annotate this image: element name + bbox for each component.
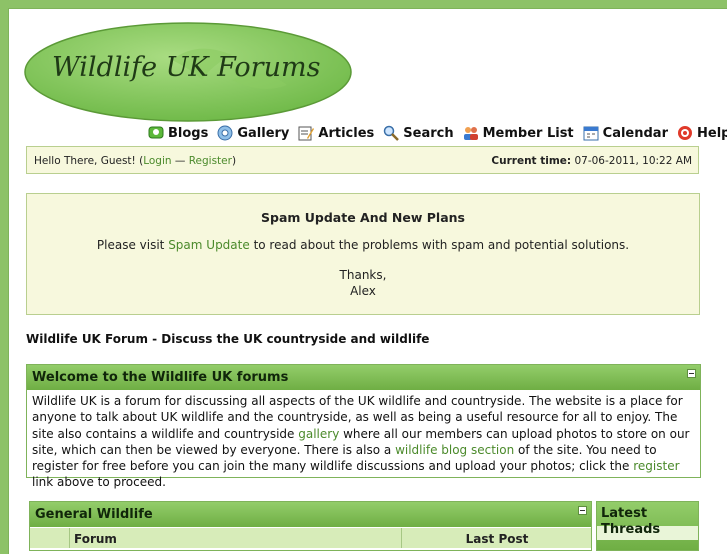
- member-list-icon: [463, 125, 479, 141]
- intro-text: Wildlife UK is a forum for discussing al…: [32, 394, 690, 490]
- announcement-title: Spam Update And New Plans: [261, 210, 465, 225]
- announcement-box: Spam Update And New Plans Please visit S…: [26, 193, 700, 315]
- status-column-header: [30, 528, 70, 548]
- menu-item-search[interactable]: Search: [383, 125, 454, 141]
- login-link[interactable]: Login: [143, 155, 171, 167]
- logo-title: Wildlife UK Forums: [52, 52, 321, 83]
- articles-icon: [298, 125, 315, 141]
- announcement-signature: Thanks, Alex: [339, 268, 387, 298]
- menu-item-blogs[interactable]: Blogs: [148, 125, 208, 141]
- register-text-link[interactable]: register: [633, 459, 679, 473]
- spam-update-link[interactable]: Spam Update: [168, 238, 250, 252]
- category-header[interactable]: General Wildlife: [30, 502, 591, 527]
- menu-item-member-list[interactable]: Member List: [463, 125, 574, 141]
- menu-item-calendar[interactable]: Calendar: [583, 125, 668, 141]
- last-post-column-header: Last Post: [401, 528, 592, 548]
- menu-item-gallery[interactable]: Gallery: [217, 125, 289, 141]
- help-icon: [677, 125, 693, 141]
- intro-panel-header: Welcome to the Wildlife UK forums: [27, 365, 700, 390]
- forum-category-table: General Wildlife Forum Last Post: [29, 501, 592, 551]
- collapse-icon[interactable]: [687, 369, 696, 378]
- blog-section-link[interactable]: wildlife blog section: [395, 443, 514, 457]
- gallery-icon: [217, 125, 233, 141]
- collapse-icon[interactable]: [578, 506, 587, 515]
- intro-panel: Welcome to the Wildlife UK forums Wildli…: [26, 364, 701, 489]
- gallery-link[interactable]: gallery: [298, 427, 339, 441]
- welcome-bar: Hello There, Guest! (Login — Register) C…: [26, 146, 699, 174]
- page-title: Wildlife UK Forum - Discuss the UK count…: [26, 332, 430, 346]
- latest-threads-title: Latest Threads: [601, 506, 661, 537]
- search-icon: [383, 125, 400, 141]
- current-time: Current time: 07-06-2011, 10:22 AM: [491, 155, 692, 167]
- guest-greeting: Hello There, Guest! (Login — Register): [34, 155, 237, 167]
- blogs-icon: [148, 125, 164, 141]
- menu-item-articles[interactable]: Articles: [298, 125, 374, 141]
- register-link[interactable]: Register: [189, 155, 232, 167]
- table-header-row: Forum Last Post: [30, 528, 591, 548]
- announcement-body: Please visit Spam Update to read about t…: [96, 238, 630, 252]
- top-menu: Blogs Gallery Articles Search Member Lis…: [148, 124, 727, 142]
- latest-threads-panel: Latest Threads: [596, 501, 699, 551]
- forum-column-header: Forum: [74, 532, 117, 546]
- menu-item-help[interactable]: Help: [677, 125, 727, 141]
- calendar-icon: [583, 125, 599, 141]
